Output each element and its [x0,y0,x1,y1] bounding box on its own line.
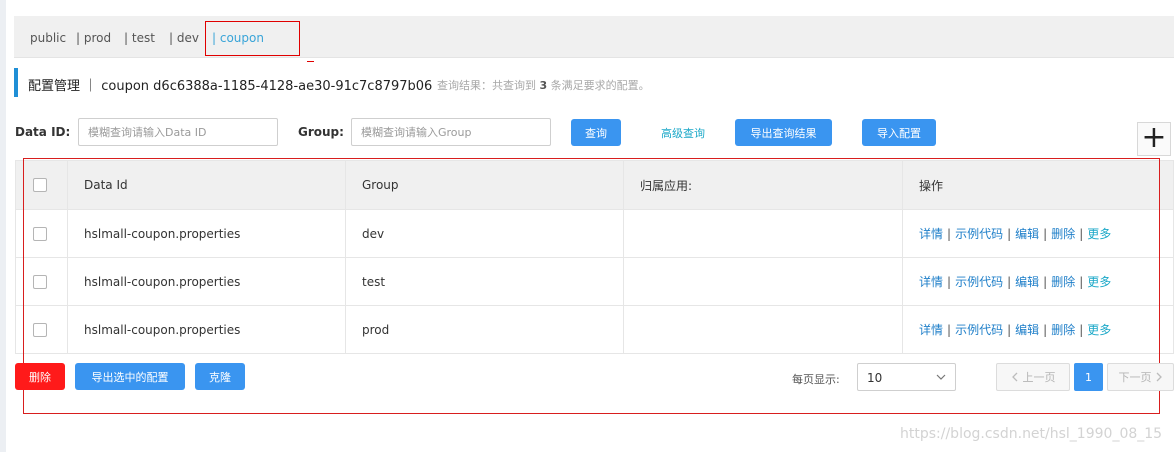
next-page-label: 下一页 [1118,371,1152,384]
prev-page-button[interactable]: 上一页 [996,363,1070,391]
namespace-tab-prod[interactable]: | prod [76,31,111,45]
cell-data-id: hslmall-coupon.properties [67,209,346,258]
group-search-input[interactable] [351,118,551,146]
sample-code-link[interactable]: 示例代码 [955,227,1003,241]
page-size-label: 每页显示: [792,373,840,386]
namespace-bar: public | prod | test | dev | coupon [14,16,1174,58]
page-size-select[interactable]: 10 [857,363,956,391]
export-selected-button[interactable]: 导出选中的配置 [75,363,185,390]
row-checkbox[interactable] [33,226,47,241]
table-header-row: Data Id Group 归属应用: 操作 [15,160,1174,210]
sample-code-link[interactable]: 示例代码 [955,275,1003,289]
table-row: hslmall-coupon.properties prod 详情 | 示例代码 | 编… [15,305,1174,354]
next-page-button[interactable]: 下一页 [1107,363,1174,391]
detail-link[interactable]: 详情 [919,323,943,337]
batch-delete-button[interactable]: 删除 [15,363,65,390]
row-checkbox-cell [15,257,68,306]
delete-link[interactable]: 删除 [1051,227,1075,241]
namespace-tab-dev[interactable]: | dev [169,31,199,45]
table-row: hslmall-coupon.properties test 详情 | 示例代码 | 编… [15,257,1174,306]
table-row: hslmall-coupon.properties dev 详情 | 示例代码 | 编辑… [15,209,1174,258]
detail-link[interactable]: 详情 [919,275,943,289]
cell-operations: 详情 | 示例代码 | 编辑 | 删除 | 更多 [902,305,1174,354]
cell-group: prod [345,305,624,354]
query-result-prefix: 查询结果：共查询到 [437,79,536,92]
chevron-left-icon [1011,372,1017,382]
row-checkbox-cell [15,305,68,354]
namespace-tab-test[interactable]: | test [124,31,155,45]
more-link[interactable]: 更多 [1087,227,1111,241]
edit-link[interactable]: 编辑 [1015,323,1039,337]
query-button[interactable]: 查询 [571,119,621,146]
more-link[interactable]: 更多 [1087,275,1111,289]
sample-code-link[interactable]: 示例代码 [955,323,1003,337]
group-label: Group: [298,125,344,139]
page-title: 配置管理 ｜ coupon d6c6388a-1185-4128-ae30-91… [28,79,433,94]
title-accent-bar [14,68,18,97]
advanced-query-link[interactable]: 高级查询 [661,125,705,141]
cell-app [623,257,903,306]
page-size-value: 10 [867,371,883,385]
delete-link[interactable]: 删除 [1051,323,1075,337]
query-result-info: 查询结果：共查询到 3 条满足要求的配置。 [437,77,650,93]
query-result-count: 3 [539,79,548,92]
prev-page-label: 上一页 [1022,371,1056,384]
row-checkbox[interactable] [33,322,47,337]
detail-link[interactable]: 详情 [919,227,943,241]
annotation-highlight-namespace [205,21,300,56]
cell-app [623,209,903,258]
page-number-1[interactable]: 1 [1074,363,1103,391]
chevron-right-icon [1156,372,1162,382]
cell-data-id: hslmall-coupon.properties [67,257,346,306]
delete-link[interactable]: 删除 [1051,275,1075,289]
page-left-edge [0,0,6,452]
cell-app [623,305,903,354]
add-config-button[interactable]: + [1137,122,1171,156]
cell-group: test [345,257,624,306]
dataid-label: Data ID: [15,125,71,139]
annotation-mark [307,61,314,62]
header-checkbox-cell [15,160,68,210]
import-config-button[interactable]: 导入配置 [862,119,936,146]
dataid-search-input[interactable] [78,118,278,146]
watermark: https://blog.csdn.net/hsl_1990_08_15 [900,426,1163,442]
config-table: Data Id Group 归属应用: 操作 hslmall-coupon.pr… [15,160,1174,354]
cell-operations: 详情 | 示例代码 | 编辑 | 删除 | 更多 [902,257,1174,306]
header-group: Group [345,160,624,210]
more-link[interactable]: 更多 [1087,323,1111,337]
edit-link[interactable]: 编辑 [1015,227,1039,241]
cell-data-id: hslmall-coupon.properties [67,305,346,354]
header-operations: 操作 [902,160,1174,210]
cell-operations: 详情 | 示例代码 | 编辑 | 删除 | 更多 [902,209,1174,258]
export-results-button[interactable]: 导出查询结果 [735,119,832,146]
row-checkbox-cell [15,209,68,258]
edit-link[interactable]: 编辑 [1015,275,1039,289]
cell-group: dev [345,209,624,258]
chevron-down-icon [936,374,946,380]
header-app: 归属应用: [623,160,903,210]
namespace-tab-public[interactable]: public [30,31,66,45]
clone-button[interactable]: 克隆 [195,363,245,390]
query-result-suffix: 条满足要求的配置。 [550,79,650,92]
row-checkbox[interactable] [33,274,47,289]
header-data-id: Data Id [67,160,346,210]
select-all-checkbox[interactable] [33,178,47,193]
